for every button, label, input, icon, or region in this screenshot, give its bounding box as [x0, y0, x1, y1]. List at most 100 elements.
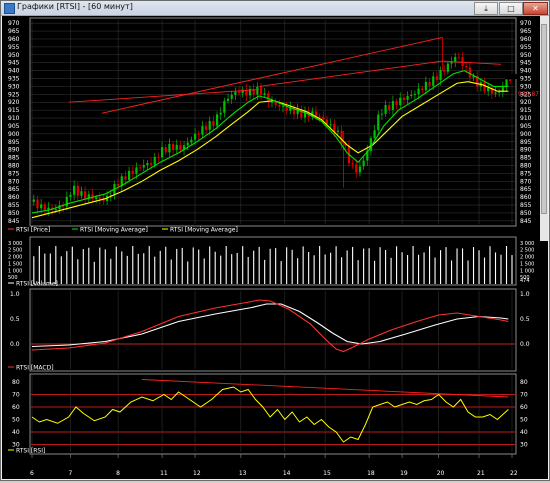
candle-body	[197, 133, 200, 135]
candle-body	[468, 67, 471, 78]
candle-body	[76, 185, 79, 196]
chart-canvas[interactable]: 8458508558608658708758808858908959009059…	[2, 16, 548, 479]
candle-body	[32, 199, 35, 202]
price-tick-label-right: 920	[520, 99, 532, 106]
time-tick-label: 13	[239, 470, 247, 477]
macd-tick-label-left: 0.5	[10, 316, 20, 323]
time-tick-label: 20	[437, 470, 445, 477]
last-price-label: 935.87	[518, 91, 539, 98]
candle-body	[391, 101, 395, 110]
candle-body	[413, 94, 417, 95]
candle-body	[98, 197, 101, 199]
chart-area[interactable]: 845 850 855 860 865 870 875 880 885 890 895 900 905 9…	[2, 16, 548, 479]
time-tick-label: 11	[160, 470, 168, 477]
maximize-button[interactable]: □	[499, 2, 523, 15]
macd-tick-label-right: 0.5	[520, 316, 530, 323]
candle-body	[388, 105, 391, 110]
candle-body	[201, 126, 204, 135]
candle-body	[399, 97, 402, 106]
candle-body	[314, 111, 318, 116]
candle-body	[446, 63, 449, 72]
candle-body	[329, 123, 332, 125]
candle-body	[117, 183, 120, 187]
candle-body	[340, 130, 343, 144]
price-tick-label-left: 855	[8, 202, 20, 209]
candle-body	[402, 97, 406, 100]
price-tick-label-right: 900	[520, 131, 532, 138]
price-tick-label-right: 850	[520, 210, 532, 217]
price-axis-right: 8458508558608658708758808858908959009059…	[520, 20, 532, 225]
macd-tick-label-right: 0.0	[520, 341, 530, 348]
candle-body	[168, 143, 171, 153]
volume-tick-label-left: 2 000	[8, 255, 22, 261]
candle-body	[234, 91, 237, 95]
window-title: Графики [RTSI] - [60 минут]	[17, 2, 133, 11]
macd-panel-frame	[29, 288, 517, 372]
scrollbar-thumb[interactable]	[541, 24, 547, 214]
candle-body	[373, 130, 376, 139]
download-button[interactable]: ⤓	[474, 2, 498, 15]
candle-body	[263, 93, 266, 95]
close-button[interactable]: ✕	[523, 2, 548, 15]
candle-body	[135, 167, 138, 174]
title-bar[interactable]: Графики [RTSI] - [60 минут] ⤓ □ ✕	[1, 1, 549, 16]
candle-body	[208, 120, 211, 130]
time-tick-label: 8	[116, 470, 120, 477]
candle-body	[358, 166, 362, 173]
time-tick-label: 14	[283, 470, 291, 477]
time-tick-label: 15	[323, 470, 331, 477]
candle-body	[186, 142, 189, 146]
candle-body	[175, 144, 178, 150]
candle-body	[153, 157, 156, 165]
time-axis: 6 7 8 11 12 13 14 15 18 19 20 21 22	[30, 454, 518, 477]
candle-body	[95, 197, 98, 200]
legend-rsi: RTSI [RSI]	[16, 448, 45, 455]
candle-body	[230, 94, 233, 99]
volume-tick-label-left: 3 000	[8, 241, 22, 247]
volume-tick-label-right: 2 500	[520, 248, 534, 254]
price-tick-label-left: 860	[8, 194, 20, 201]
price-tick-label-left: 930	[8, 83, 20, 90]
price-tick-label-right: 865	[520, 186, 532, 193]
macd-tick-label-left: 1.0	[10, 291, 20, 298]
price-tick-label-right: 960	[520, 36, 532, 43]
price-tick-label-right: 950	[520, 52, 532, 59]
candle-body	[435, 76, 438, 81]
price-tick-label-right: 905	[520, 123, 532, 130]
candle-body	[281, 106, 285, 107]
candle-body	[193, 133, 197, 140]
price-tick-label-left: 885	[8, 155, 20, 162]
price-tick-label-right: 940	[520, 68, 532, 75]
price-tick-label-right: 915	[520, 107, 532, 114]
macd-signal-line	[31, 303, 509, 348]
candle-body	[241, 89, 244, 93]
price-tick-label-right: 965	[520, 28, 532, 35]
price-tick-label-right: 870	[520, 178, 532, 185]
candle-body	[351, 163, 354, 165]
volume-tick-label-right: 2 000	[520, 255, 534, 261]
legend-ma-fast: RTSI [Moving Average]	[80, 227, 148, 234]
candle-body	[142, 165, 145, 168]
candle-body	[432, 76, 435, 86]
candle-body	[487, 87, 490, 92]
price-tick-label-right: 930	[520, 83, 532, 90]
candle-body	[461, 57, 464, 67]
candle-body	[494, 92, 497, 94]
candle-body	[457, 56, 460, 58]
price-tick-label-left: 890	[8, 147, 20, 154]
candle-body	[226, 98, 230, 101]
candle-body	[325, 119, 329, 125]
volume-last-label: 474	[520, 278, 530, 284]
price-tick-label-left: 945	[8, 60, 20, 67]
volume-tick-label-right: 1 500	[520, 261, 534, 267]
candle-body	[406, 95, 409, 100]
rsi-tick-label-left: 80	[12, 379, 20, 386]
vertical-scrollbar[interactable]	[540, 16, 548, 241]
candle-body	[318, 115, 321, 117]
price-tick-label-right: 875	[520, 170, 532, 177]
price-tick-label-left: 870	[8, 178, 20, 185]
legend-price: RTSI [Price]	[16, 227, 50, 234]
time-tick-label: 18	[367, 470, 375, 477]
price-tick-label-left: 875	[8, 170, 20, 177]
candle-body	[509, 79, 512, 81]
